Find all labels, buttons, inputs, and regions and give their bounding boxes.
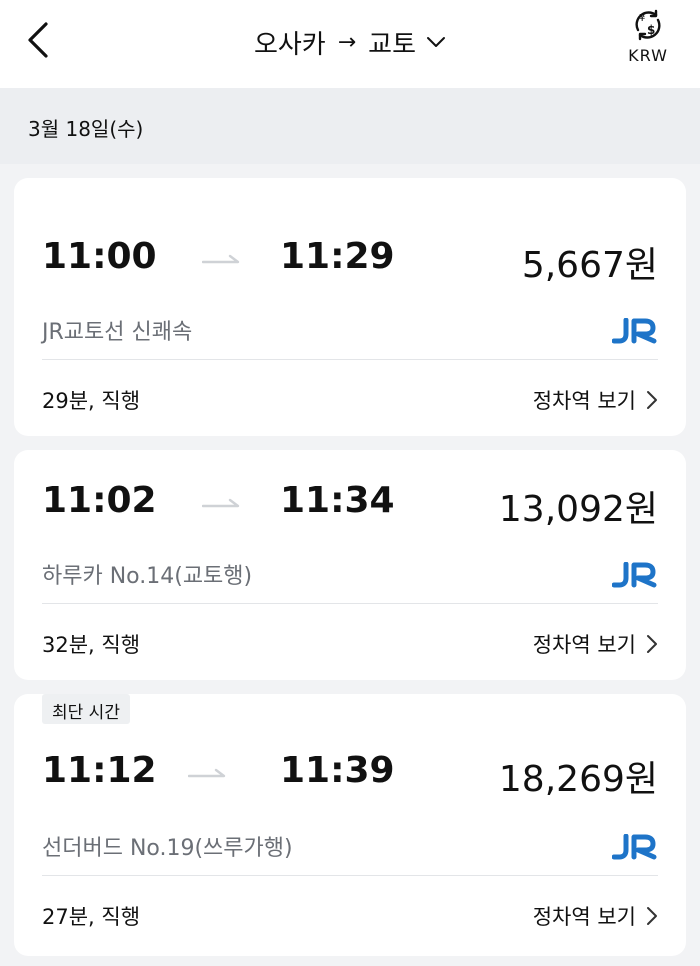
currency-exchange-icon: ¥ $ <box>635 9 661 41</box>
fare-price: 13,092원 <box>498 489 658 530</box>
travel-date: 3월 18일(수) <box>28 117 144 141</box>
divider <box>42 875 658 876</box>
departure-time: 11:02 <box>42 480 157 521</box>
view-stops-link[interactable]: 정차역 보기 <box>533 385 658 415</box>
departure-time: 11:12 <box>42 750 157 791</box>
arrival-time: 11:34 <box>280 480 395 521</box>
chevron-right-icon <box>647 391 657 409</box>
arrow-right-icon <box>188 768 226 778</box>
train-result-card[interactable]: 최단 시간 11:12 11:39 18,269원 선더버드 No.19(쓰루가… <box>14 694 686 956</box>
trip-duration: 27분, 직행 <box>42 905 141 929</box>
view-stops-label: 정차역 보기 <box>532 633 636 657</box>
train-result-card[interactable]: 11:02 11:34 13,092원 하루카 No.14(교토행) 32분, … <box>14 450 686 680</box>
arrival-time: 11:39 <box>280 750 395 791</box>
arrival-time: 11:29 <box>280 236 395 277</box>
fastest-badge: 최단 시간 <box>42 694 130 724</box>
divider <box>42 359 658 360</box>
date-header: 3월 18일(수) <box>0 88 700 164</box>
train-name: 선더버드 No.19(쓰루가행) <box>42 836 293 861</box>
currency-label: KRW <box>628 46 668 65</box>
view-stops-link[interactable]: 정차역 보기 <box>533 629 658 659</box>
destination-station: 교토 <box>368 29 417 60</box>
svg-text:$: $ <box>647 23 655 37</box>
origin-station: 오사카 <box>253 29 326 60</box>
chevron-down-icon <box>427 37 446 47</box>
chevron-right-icon <box>647 635 657 653</box>
fare-price: 18,269원 <box>498 759 658 800</box>
divider <box>42 603 658 604</box>
arrow-right-icon <box>202 254 240 264</box>
train-name: 하루카 No.14(교토행) <box>42 564 253 589</box>
route-arrow: → <box>337 29 357 55</box>
currency-button[interactable]: ¥ $ KRW <box>620 8 676 70</box>
chevron-right-icon <box>647 907 657 925</box>
route-selector[interactable]: 오사카 → 교토 <box>0 22 700 62</box>
arrow-right-icon <box>202 498 240 508</box>
jr-logo-icon <box>612 318 657 344</box>
train-name: JR교토선 신쾌속 <box>42 320 193 345</box>
train-result-card[interactable]: 11:00 11:29 5,667원 JR교토선 신쾌속 29분, 직행 정차역… <box>14 178 686 436</box>
top-nav-bar: 오사카 → 교토 ¥ $ KRW <box>0 0 700 88</box>
trip-duration: 29분, 직행 <box>42 389 141 413</box>
view-stops-link[interactable]: 정차역 보기 <box>533 901 658 931</box>
fare-price: 5,667원 <box>521 245 658 286</box>
view-stops-label: 정차역 보기 <box>532 905 636 929</box>
view-stops-label: 정차역 보기 <box>532 389 636 413</box>
trip-duration: 32분, 직행 <box>42 633 141 657</box>
departure-time: 11:00 <box>42 236 157 277</box>
svg-text:¥: ¥ <box>639 13 645 24</box>
jr-logo-icon <box>612 562 657 588</box>
jr-logo-icon <box>612 834 657 860</box>
